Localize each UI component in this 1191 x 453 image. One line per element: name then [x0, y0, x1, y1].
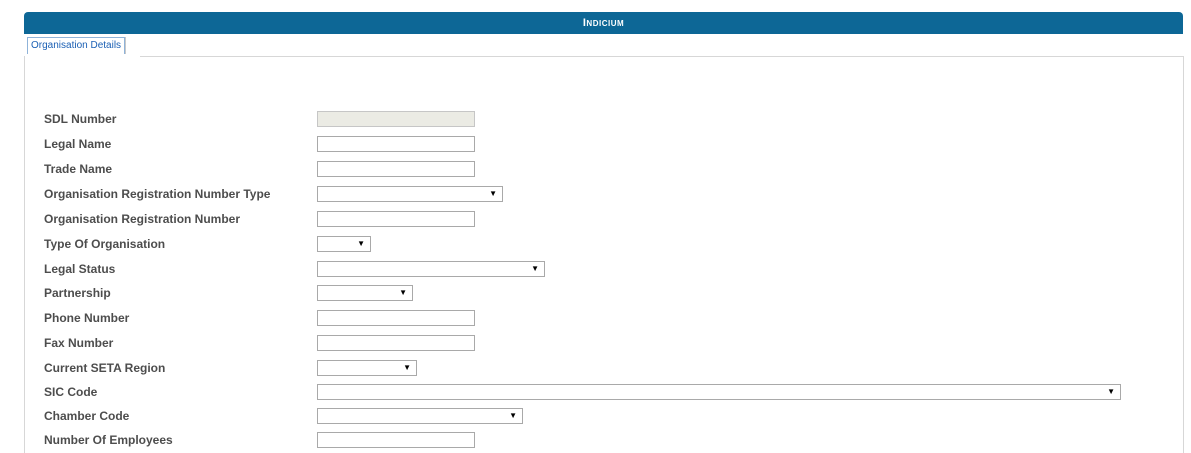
number-of-employees-label: Number Of Employees	[44, 433, 173, 447]
sdl-number-label: SDL Number	[44, 112, 117, 126]
legal-status-select[interactable]: ▼	[317, 261, 545, 277]
registration-number-type-select[interactable]: ▼	[317, 186, 503, 202]
trade-name-label: Trade Name	[44, 162, 113, 176]
tab-strip: Organisation Details	[24, 35, 1183, 57]
trade-name-input[interactable]	[317, 161, 475, 177]
legal-name-label: Legal Name	[44, 137, 112, 151]
tab-label: Organisation Details	[31, 40, 122, 51]
row-partnership: Partnership ▼	[44, 285, 1144, 305]
triangle-down-icon: ▼	[357, 239, 365, 248]
sic-code-select[interactable]: ▼	[317, 384, 1121, 400]
type-of-organisation-label: Type Of Organisation	[44, 237, 166, 251]
panel-divider	[140, 56, 1183, 57]
row-registration-number: Organisation Registration Number	[44, 211, 1144, 231]
fax-number-input[interactable]	[317, 335, 475, 351]
current-seta-region-select[interactable]: ▼	[317, 360, 417, 376]
legal-name-input[interactable]	[317, 136, 475, 152]
phone-number-label: Phone Number	[44, 311, 130, 325]
fax-number-label: Fax Number	[44, 336, 114, 350]
legal-status-label: Legal Status	[44, 262, 116, 276]
registration-number-input[interactable]	[317, 211, 475, 227]
triangle-down-icon: ▼	[403, 363, 411, 372]
row-current-seta-region: Current SETA Region ▼	[44, 360, 1144, 380]
registration-number-label: Organisation Registration Number	[44, 212, 241, 226]
row-sdl-number: SDL Number	[44, 111, 1144, 131]
app-title: Indicium	[582, 17, 625, 29]
triangle-down-icon: ▼	[1107, 387, 1115, 396]
partnership-label: Partnership	[44, 286, 111, 300]
number-of-employees-input[interactable]	[317, 432, 475, 448]
triangle-down-icon: ▼	[399, 288, 407, 297]
tab-organisation-details[interactable]: Organisation Details	[27, 37, 126, 54]
phone-number-input[interactable]	[317, 310, 475, 326]
row-fax-number: Fax Number	[44, 335, 1144, 355]
row-chamber-code: Chamber Code ▼	[44, 408, 1144, 428]
row-trade-name: Trade Name	[44, 161, 1144, 181]
row-legal-status: Legal Status ▼	[44, 261, 1144, 281]
partnership-select[interactable]: ▼	[317, 285, 413, 301]
triangle-down-icon: ▼	[489, 189, 497, 198]
sic-code-label: SIC Code	[44, 385, 98, 399]
triangle-down-icon: ▼	[531, 264, 539, 273]
registration-number-type-label: Organisation Registration Number Type	[44, 187, 271, 201]
sdl-number-input	[317, 111, 475, 127]
row-legal-name: Legal Name	[44, 136, 1144, 156]
row-sic-code: SIC Code ▼	[44, 384, 1144, 404]
row-phone-number: Phone Number	[44, 310, 1144, 330]
chamber-code-label: Chamber Code	[44, 409, 130, 423]
chamber-code-select[interactable]: ▼	[317, 408, 523, 424]
current-seta-region-label: Current SETA Region	[44, 361, 166, 375]
row-type-of-organisation: Type Of Organisation ▼	[44, 236, 1144, 256]
type-of-organisation-select[interactable]: ▼	[317, 236, 371, 252]
triangle-down-icon: ▼	[509, 411, 517, 420]
row-registration-number-type: Organisation Registration Number Type ▼	[44, 186, 1144, 206]
app-title-bar: Indicium	[24, 12, 1183, 34]
row-number-of-employees: Number Of Employees	[44, 432, 1144, 452]
